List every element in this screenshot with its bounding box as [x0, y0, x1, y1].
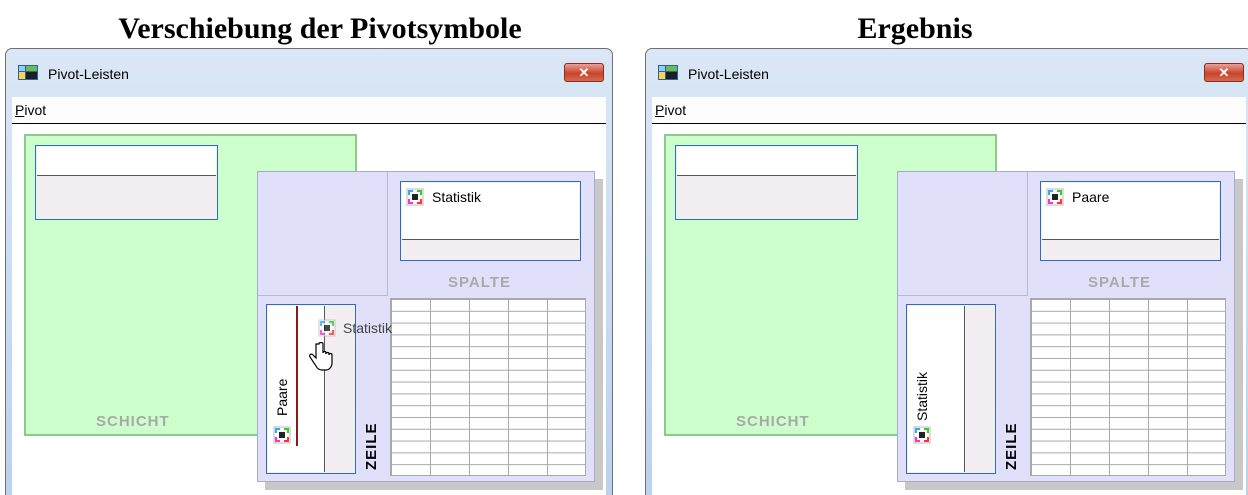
layer-list[interactable]: [35, 145, 218, 220]
layer-label: SCHICHT: [736, 413, 810, 430]
row-item-label: Paare: [274, 378, 290, 416]
pivot-content: SCHICHT Statistik SPALTE Paare ZEILE Sta…: [12, 124, 606, 495]
pivot-table-area: Statistik SPALTE Paare ZEILE: [257, 171, 595, 482]
pivot-window-left: Pivot-Leisten ✕ Pivot SCHICHT Statistik …: [5, 48, 613, 495]
data-grid: [1030, 298, 1226, 476]
menu-bar: Pivot: [12, 97, 606, 124]
dragging-item-label: Statistik: [343, 320, 393, 336]
menu-bar: Pivot: [652, 97, 1246, 124]
row-label: ZEILE: [363, 422, 380, 470]
row-item[interactable]: Paare: [268, 306, 297, 472]
row-list[interactable]: Statistik: [906, 304, 996, 474]
column-item[interactable]: Statistik: [402, 183, 579, 212]
pivot-table-icon: [18, 65, 38, 80]
heading-left: Verschiebung der Pivotsymbole: [118, 12, 522, 45]
close-button[interactable]: ✕: [1204, 63, 1244, 82]
pivot-icon: [1046, 188, 1064, 206]
title-bar[interactable]: Pivot-Leisten ✕: [646, 49, 1248, 97]
layer-list[interactable]: [675, 145, 858, 220]
layer-label: SCHICHT: [96, 413, 170, 430]
data-grid: [390, 298, 586, 476]
pivot-icon: [913, 426, 931, 444]
title-bar[interactable]: Pivot-Leisten ✕: [6, 49, 612, 97]
hand-cursor-icon: [309, 342, 333, 371]
menu-item-pivot[interactable]: Pivot: [655, 102, 686, 118]
menu-item-pivot[interactable]: Pivot: [15, 102, 46, 118]
close-icon: ✕: [1218, 65, 1230, 80]
heading-right: Ergebnis: [857, 12, 973, 45]
pivot-icon: [318, 319, 336, 337]
pivot-icon: [406, 188, 424, 206]
pivot-table-icon: [658, 65, 678, 80]
window-title: Pivot-Leisten: [688, 66, 769, 82]
pivot-window-right: Pivot-Leisten ✕ Pivot SCHICHT Paare SPAL…: [645, 48, 1248, 495]
column-item[interactable]: Paare: [1042, 183, 1219, 212]
close-icon: ✕: [578, 65, 590, 80]
pivot-icon: [273, 426, 291, 444]
column-item-label: Paare: [1072, 189, 1110, 205]
row-label: ZEILE: [1003, 422, 1020, 470]
column-item-label: Statistik: [432, 189, 482, 205]
row-item[interactable]: Statistik: [908, 306, 937, 472]
column-list[interactable]: Paare: [1040, 181, 1221, 261]
column-list[interactable]: Statistik: [400, 181, 581, 261]
insert-marker: [296, 306, 298, 446]
column-label: SPALTE: [1088, 274, 1151, 291]
pivot-content: SCHICHT Paare SPALTE Statistik ZEILE: [652, 124, 1246, 495]
column-label: SPALTE: [448, 274, 511, 291]
row-item-label: Statistik: [914, 371, 930, 421]
close-button[interactable]: ✕: [564, 63, 604, 82]
pivot-table-area: Paare SPALTE Statistik ZEILE: [897, 171, 1235, 482]
window-title: Pivot-Leisten: [48, 66, 129, 82]
